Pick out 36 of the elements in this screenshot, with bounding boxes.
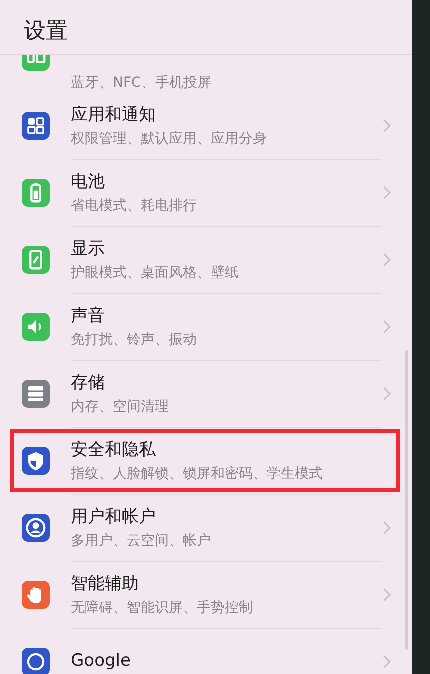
setting-title: 显示 [71, 238, 106, 260]
setting-title: 智能辅助 [71, 572, 140, 594]
setting-title: 声音 [71, 304, 106, 326]
setting-title: 存储 [71, 372, 106, 394]
chevron-right-icon [382, 386, 392, 402]
setting-description: 省电模式、耗电排行 [71, 196, 198, 214]
settings-row[interactable]: 显示 护眼模式、桌面风格、壁纸 [0, 226, 412, 293]
settings-row[interactable]: 存储 内存、空间清理 [0, 360, 412, 427]
chevron-right-icon [382, 252, 392, 268]
setting-description: 护眼模式、桌面风格、壁纸 [71, 264, 240, 282]
setting-description: 免打扰、铃声、振动 [71, 330, 198, 348]
settings-row[interactable]: 声音 免打扰、铃声、振动 [0, 293, 412, 360]
setting-title: 应用和通知 [71, 104, 157, 126]
settings-row[interactable]: 用户和帐户 多用户、云空间、帐户 [0, 494, 412, 561]
setting-description: 蓝牙、NFC、手机投屏 [71, 74, 212, 92]
chevron-right-icon [382, 318, 392, 334]
settings-row[interactable]: 电池 省电模式、耗电排行 [0, 159, 412, 226]
chevron-right-icon [382, 184, 392, 200]
settings-row[interactable]: 智能辅助 无障碍、智能识屏、手势控制 [0, 561, 412, 628]
settings-row[interactable]: Google [0, 628, 412, 674]
setting-description: 多用户、云空间、帐户 [71, 532, 212, 550]
setting-title: 用户和帐户 [71, 506, 157, 528]
setting-title: Google [71, 651, 132, 671]
setting-description: 指纹、人脸解锁、锁屏和密码、学生模式 [71, 464, 324, 482]
chevron-right-icon [382, 654, 392, 670]
chevron-right-icon [382, 586, 392, 602]
settings-row[interactable]: 应用和通知 权限管理、默认应用、应用分身 [0, 92, 412, 159]
setting-description: 权限管理、默认应用、应用分身 [71, 130, 268, 148]
setting-title: 电池 [71, 170, 106, 192]
setting-description: 无障碍、智能识屏、手势控制 [71, 598, 254, 616]
page-title: 设置 [24, 18, 68, 46]
settings-row[interactable]: 安全和隐私 指纹、人脸解锁、锁屏和密码、学生模式 [8, 427, 402, 494]
chevron-right-icon [382, 118, 392, 134]
setting-title: 安全和隐私 [71, 438, 157, 460]
chevron-right-icon [382, 520, 392, 536]
setting-description: 内存、空间清理 [71, 398, 170, 416]
